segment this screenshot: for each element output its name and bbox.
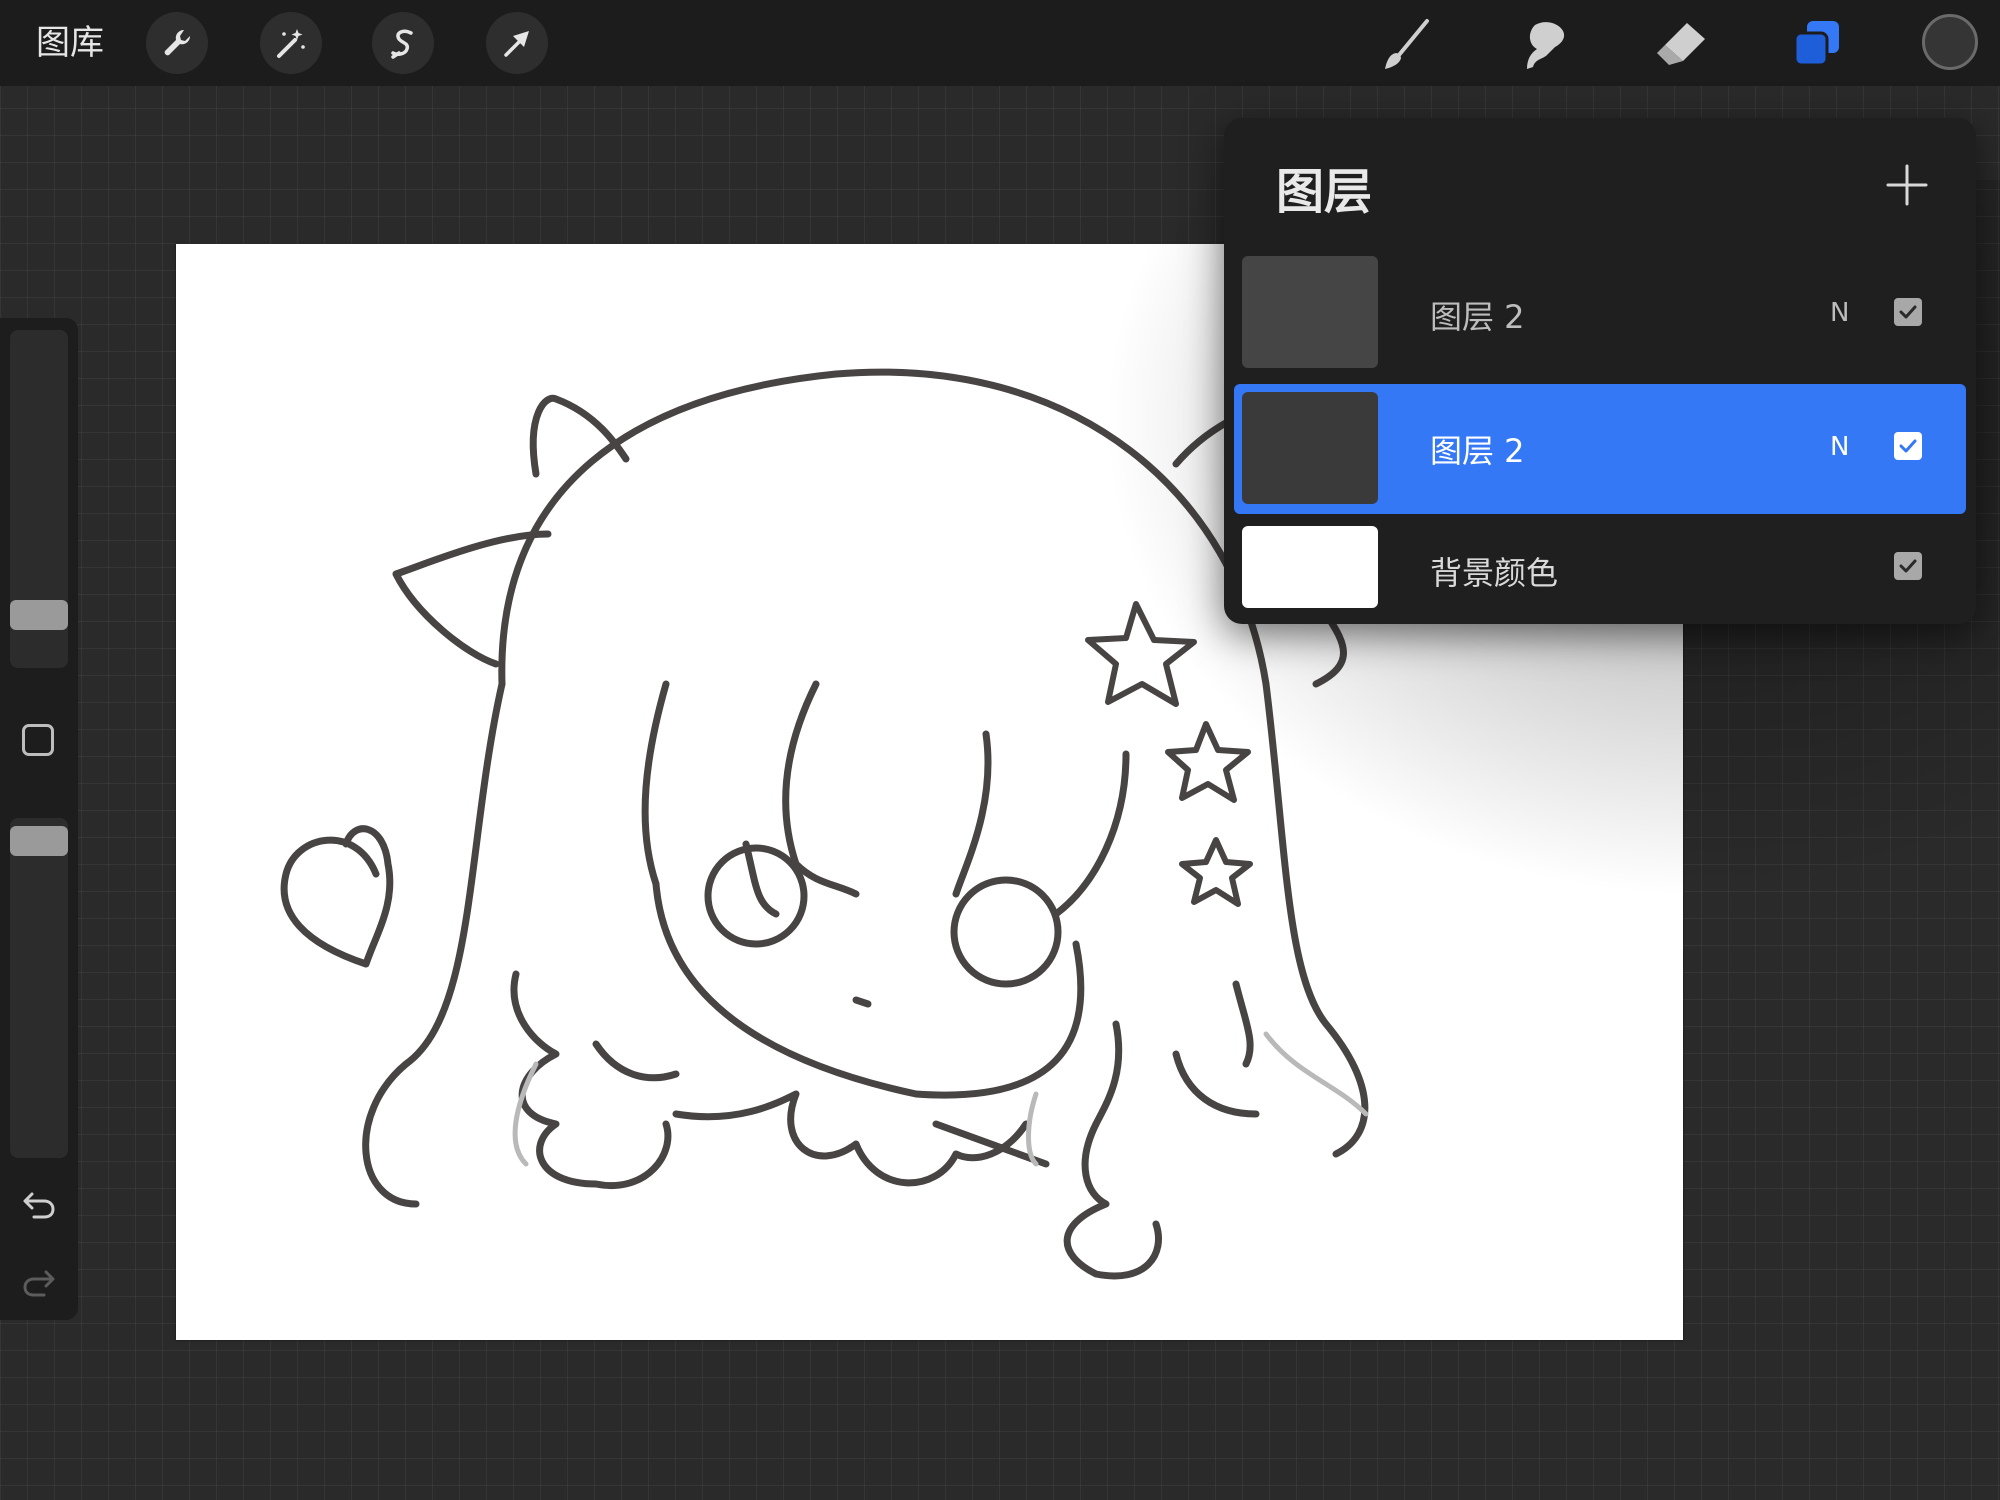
visibility-checkbox[interactable] xyxy=(1894,432,1922,460)
top-toolbar: 图库 xyxy=(0,0,2000,86)
gallery-button[interactable]: 图库 xyxy=(36,18,104,68)
layer-row-selected[interactable]: 图层 2 N xyxy=(1234,384,1966,514)
transform-arrow-icon xyxy=(504,31,529,57)
selection-icon xyxy=(391,29,413,59)
layer-name: 背景颜色 xyxy=(1430,554,1559,592)
layers-icon xyxy=(1793,21,1839,67)
brush-size-thumb[interactable] xyxy=(10,600,68,630)
brush-tool[interactable] xyxy=(1374,12,1440,78)
brush-size-slider[interactable] xyxy=(10,330,68,668)
opacity-slider[interactable] xyxy=(10,818,68,1158)
layers-panel: 图层 图层 2 N 图层 2 N 背景颜色 xyxy=(1224,118,1976,624)
checkmark-icon xyxy=(1899,305,1917,319)
layers-tool[interactable] xyxy=(1784,12,1850,78)
smudge-tool[interactable] xyxy=(1512,12,1578,78)
transform-button[interactable] xyxy=(486,12,548,74)
checkmark-icon xyxy=(1899,439,1917,453)
smudge-icon xyxy=(1527,22,1565,69)
layer-name: 图层 2 xyxy=(1430,298,1525,336)
layer-thumbnail xyxy=(1242,392,1378,504)
left-sidebar xyxy=(0,318,78,1320)
background-color-layer[interactable]: 背景颜色 xyxy=(1234,522,1966,618)
opacity-thumb[interactable] xyxy=(10,826,68,856)
modify-button[interactable] xyxy=(22,724,54,756)
blend-mode-button[interactable]: N xyxy=(1830,298,1849,328)
plus-icon[interactable] xyxy=(1880,158,1934,212)
selection-button[interactable] xyxy=(372,12,434,74)
adjustments-button[interactable] xyxy=(260,12,322,74)
brush-icon xyxy=(1385,19,1429,69)
layer-row[interactable]: 图层 2 N xyxy=(1234,256,1966,376)
blend-mode-button[interactable]: N xyxy=(1830,432,1849,462)
eraser-tool[interactable] xyxy=(1648,12,1714,78)
redo-icon[interactable] xyxy=(20,1264,58,1302)
panel-title: 图层 xyxy=(1276,164,1373,220)
color-picker-swatch[interactable] xyxy=(1922,14,1978,70)
layer-thumbnail xyxy=(1242,526,1378,608)
actions-button[interactable] xyxy=(146,12,208,74)
layer-name: 图层 2 xyxy=(1430,432,1525,470)
visibility-checkbox[interactable] xyxy=(1894,298,1922,326)
magic-wand-icon xyxy=(277,29,305,58)
eraser-icon xyxy=(1657,23,1705,65)
visibility-checkbox[interactable] xyxy=(1894,552,1922,580)
checkmark-icon xyxy=(1899,559,1917,573)
layer-thumbnail xyxy=(1242,256,1378,368)
undo-icon[interactable] xyxy=(20,1186,58,1224)
wrench-icon xyxy=(164,29,191,56)
